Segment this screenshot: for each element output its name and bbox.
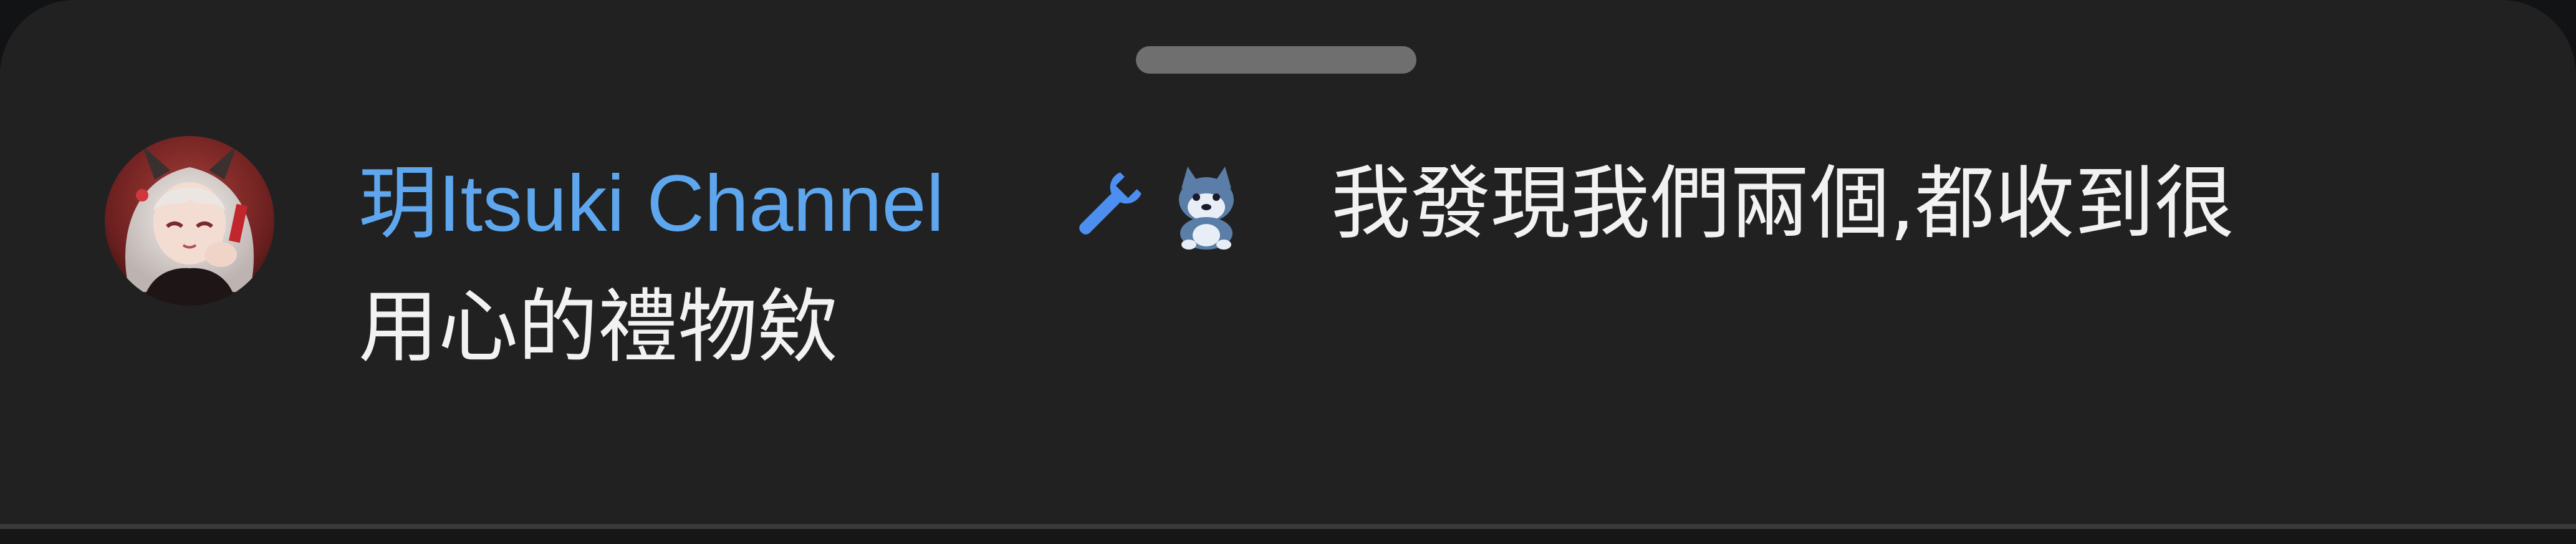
author-name[interactable]: 玥Itsuki Channel: [358, 157, 944, 251]
message-content: 玥Itsuki Channel 我發現我們兩個,都收到很 用心的禮物欸: [358, 150, 2540, 374]
screenshot-stage: 玥Itsuki Channel 我發現我們兩個,都收到很 用心的禮物欸: [0, 0, 2576, 544]
husky-emoji-icon: [1163, 163, 1250, 251]
sheet-bottom-divider: [0, 524, 2576, 529]
avatar-image: [105, 136, 274, 306]
message-text-line-2: 用心的禮物欸: [358, 281, 838, 374]
avatar[interactable]: [105, 136, 274, 306]
message-text-line-1: 我發現我們兩個,都收到很: [1331, 157, 2234, 250]
wrench-icon: [1069, 167, 1146, 245]
sheet-drag-handle[interactable]: [1136, 46, 1416, 74]
message-first-line: 玥Itsuki Channel 我發現我們兩個,都收到很: [358, 150, 2540, 250]
chat-message: 玥Itsuki Channel 我發現我們兩個,都收到很 用心的禮物欸: [100, 131, 2487, 430]
bottom-sheet: 玥Itsuki Channel 我發現我們兩個,都收到很 用心的禮物欸: [0, 0, 2576, 524]
screen-bottom-edge: [0, 529, 2576, 544]
